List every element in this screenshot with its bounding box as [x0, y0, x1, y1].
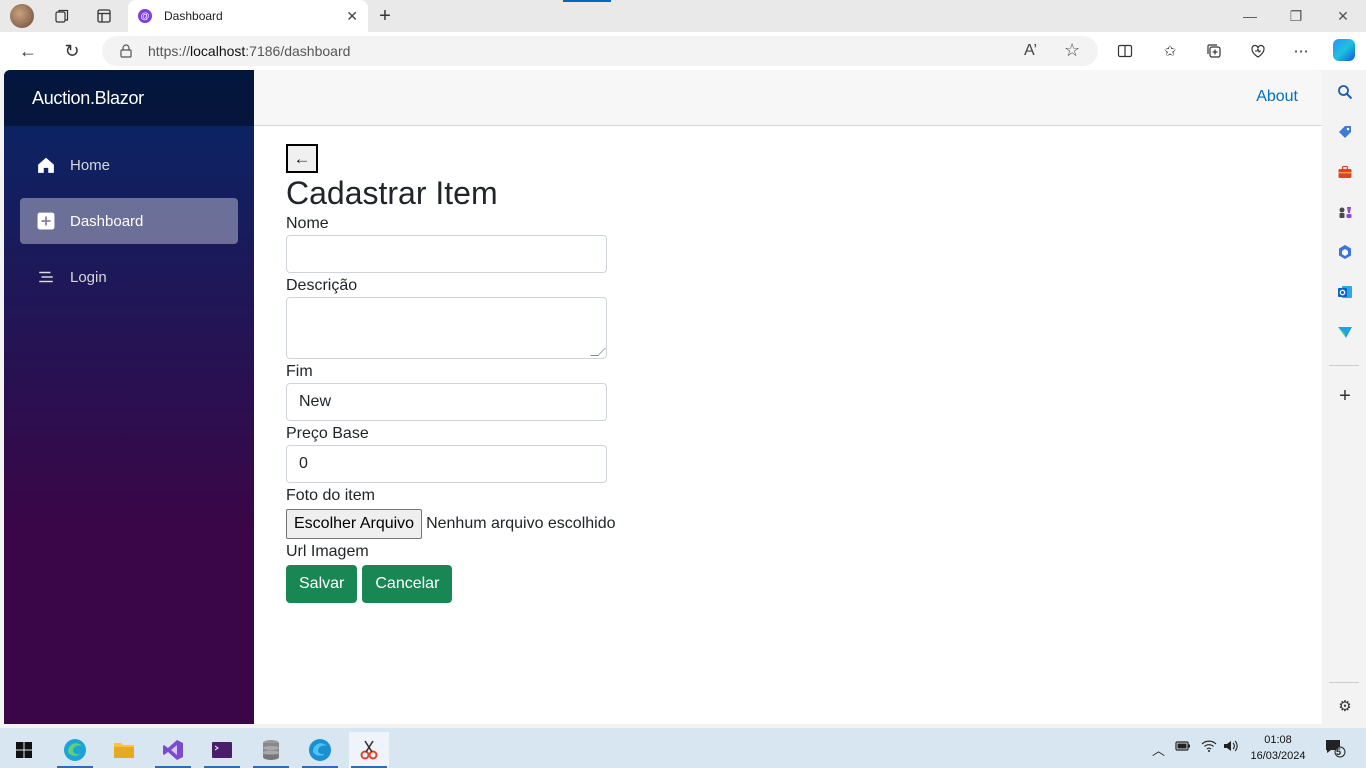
nav-item-login[interactable]: Login — [20, 254, 238, 300]
window-close-icon[interactable]: ✕ — [1331, 4, 1355, 28]
outlook-icon[interactable] — [1335, 282, 1355, 302]
form-actions: Salvar Cancelar — [286, 565, 886, 603]
brand-bar: Auction.Blazor — [4, 70, 254, 126]
more-options-icon[interactable]: ⋯ — [1291, 41, 1311, 61]
url-bar[interactable]: https://localhost:7186/dashboard A’ ☆ — [102, 36, 1098, 66]
browser-essentials-icon[interactable] — [1248, 41, 1268, 61]
new-tab-icon[interactable]: + — [375, 5, 395, 27]
nav-item-home-label: Home — [70, 156, 111, 174]
app-sidebar: Auction.Blazor Home Dashboard Login — [4, 70, 254, 724]
battery-icon[interactable] — [1175, 740, 1191, 755]
windows-taskbar: ︿ 01:08 16/03/2024 5 — [0, 728, 1366, 768]
resize-grip-icon[interactable] — [590, 348, 606, 356]
nav-item-login-label: Login — [70, 268, 107, 286]
preco-base-label: Preço Base — [286, 425, 369, 442]
nav-item-home[interactable]: Home — [20, 142, 238, 188]
home-icon — [36, 155, 56, 175]
clock-date: 16/03/2024 — [1250, 750, 1306, 762]
close-tab-icon[interactable]: ✕ — [346, 8, 358, 25]
search-icon[interactable] — [1335, 82, 1355, 102]
games-chess-icon[interactable] — [1335, 202, 1355, 222]
nav-item-dashboard-label: Dashboard — [70, 212, 144, 230]
show-hidden-icons-icon[interactable]: ︿ — [1152, 740, 1165, 759]
drop-send-icon[interactable] — [1335, 322, 1355, 342]
tools-briefcase-icon[interactable] — [1335, 162, 1355, 182]
choose-file-button[interactable]: Escolher Arquivo — [286, 509, 423, 539]
fim-label: Fim — [286, 363, 313, 380]
tab-drag-indicator — [563, 0, 611, 2]
clock-time: 01:08 — [1264, 734, 1292, 746]
edge-dev-taskbar-icon[interactable] — [300, 732, 340, 768]
foto-label: Foto do item — [286, 487, 375, 504]
brand-link[interactable]: Auction.Blazor — [32, 88, 144, 109]
notifications-icon[interactable] — [1324, 738, 1346, 761]
windows-start-icon[interactable] — [4, 732, 44, 768]
edge-taskbar-icon[interactable] — [55, 732, 95, 768]
file-input: Escolher Arquivo Nenhum arquivo escolhid… — [286, 509, 886, 539]
settings-gear-icon[interactable]: ⚙ — [1335, 696, 1355, 716]
plus-square-icon — [36, 211, 56, 231]
address-toolbar: ← ↻ https://localhost:7186/dashboard A’ … — [0, 32, 1366, 70]
lock-icon[interactable] — [120, 44, 134, 58]
workspaces-icon[interactable] — [52, 6, 72, 26]
refresh-icon[interactable]: ↻ — [61, 40, 83, 62]
back-button[interactable]: ← — [286, 144, 318, 173]
sidebar-divider-bottom — [1329, 682, 1359, 683]
save-button[interactable]: Salvar — [286, 565, 358, 603]
descricao-textarea[interactable] — [286, 297, 607, 359]
preco-base-input[interactable]: 0 — [286, 445, 607, 483]
visual-studio-icon[interactable] — [153, 732, 193, 768]
terminal-icon[interactable] — [202, 732, 242, 768]
minimize-icon[interactable]: — — [1238, 4, 1262, 28]
tab-actions-icon[interactable] — [94, 6, 114, 26]
active-tab[interactable]: @ Dashboard ✕ — [128, 0, 368, 32]
wifi-icon[interactable] — [1201, 740, 1217, 755]
nome-label: Nome — [286, 215, 329, 232]
collections-icon[interactable] — [1204, 41, 1224, 61]
about-link[interactable]: About — [1256, 88, 1298, 106]
file-explorer-icon[interactable] — [104, 732, 144, 768]
page-content: ← Cadastrar Item Nome Descrição Fim New … — [286, 144, 886, 603]
cancel-button[interactable]: Cancelar — [362, 565, 453, 603]
microsoft365-icon[interactable] — [1335, 242, 1355, 262]
tab-title: Dashboard — [164, 9, 223, 23]
url-imagem-label: Url Imagem — [286, 543, 369, 560]
system-clock[interactable]: 01:08 16/03/2024 — [1248, 732, 1308, 764]
blazor-favicon-icon: @ — [138, 9, 152, 23]
fim-input[interactable]: New — [286, 383, 607, 421]
url-text: https://localhost:7186/dashboard — [148, 43, 351, 59]
profile-avatar[interactable] — [10, 4, 34, 28]
volume-icon[interactable] — [1223, 740, 1239, 755]
database-icon[interactable] — [251, 732, 291, 768]
shopping-tag-icon[interactable] — [1335, 122, 1355, 142]
browser-tab-bar: @ Dashboard ✕ + — ❐ ✕ — [0, 0, 1366, 32]
nav-item-dashboard[interactable]: Dashboard — [20, 198, 238, 244]
read-aloud-icon[interactable]: A’ — [1024, 42, 1037, 60]
split-screen-icon[interactable] — [1115, 41, 1135, 61]
file-status: Nenhum arquivo escolhido — [426, 515, 616, 532]
favorite-star-icon[interactable]: ☆ — [1064, 40, 1080, 61]
restore-icon[interactable]: ❐ — [1284, 4, 1308, 28]
sidebar-divider — [1329, 365, 1359, 366]
favorites-icon[interactable]: ✩ — [1160, 41, 1180, 61]
add-panel-icon[interactable]: + — [1335, 385, 1355, 407]
nome-input[interactable] — [286, 235, 607, 273]
blazor-app: Auction.Blazor Home Dashboard Login Abou… — [4, 70, 1322, 724]
copilot-icon[interactable] — [1333, 39, 1355, 61]
back-arrow-icon[interactable]: ← — [17, 40, 39, 62]
top-row: About — [254, 70, 1322, 126]
edge-side-panel: + ⚙ — [1323, 70, 1366, 726]
descricao-label: Descrição — [286, 277, 358, 294]
notification-count-badge: 5 — [1336, 747, 1342, 757]
page-title: Cadastrar Item — [286, 175, 498, 211]
list-icon — [36, 267, 56, 287]
snipping-tool-icon[interactable] — [349, 732, 389, 768]
